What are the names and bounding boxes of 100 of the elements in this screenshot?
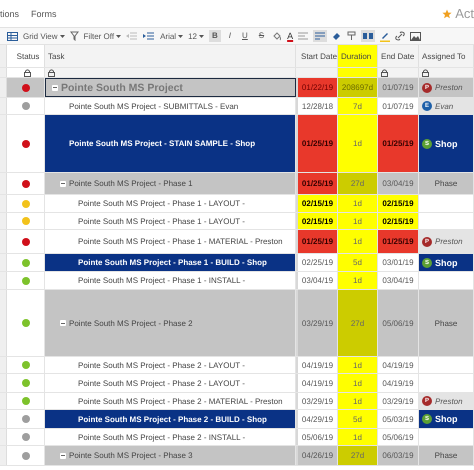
duration-cell: 1d — [338, 393, 378, 409]
task-name: Pointe South MS Project - Phase 2 - MATERIAL - Preston — [78, 396, 283, 406]
star-icon[interactable] — [442, 8, 452, 18]
start-date-cell: 01/25/19 — [298, 115, 338, 172]
end-date-cell: 03/04/19 — [378, 173, 419, 194]
duration-cell: 27d — [338, 290, 378, 356]
lock-icon[interactable] — [24, 68, 30, 76]
lock-icon[interactable] — [48, 68, 55, 76]
task-name: Pointe South MS Project - Phase 2 - BUILD - Shop — [78, 414, 267, 424]
assignee-name: Shop — [435, 258, 458, 268]
column-header[interactable]: Duration — [338, 45, 378, 67]
duration-cell: 208697d — [338, 78, 378, 97]
italic-button[interactable]: I — [226, 30, 234, 42]
task-cell[interactable]: Pointe South MS Project - STAIN SAMPLE - Shop — [45, 115, 296, 172]
duration-cell: 1d — [338, 374, 378, 392]
task-name: Pointe South MS Project - Phase 3 — [69, 451, 193, 460]
task-cell[interactable]: Pointe South MS Project - Phase 2 - BUILD - Shop — [45, 410, 296, 428]
text-color-button[interactable]: A — [287, 31, 294, 41]
start-date-cell: 02/15/19 — [298, 195, 338, 212]
start-date-cell: 02/15/19 — [298, 213, 338, 229]
task-cell[interactable]: Pointe South MS Project - Phase 3 — [45, 446, 296, 465]
font-size-dropdown[interactable]: 12 — [188, 32, 197, 40]
grid-icon[interactable] — [7, 32, 18, 40]
image-icon[interactable] — [410, 32, 422, 40]
task-cell[interactable]: Pointe South MS Project - Phase 2 — [45, 290, 296, 356]
caret-icon[interactable] — [178, 34, 184, 38]
end-date-cell: 01/07/19 — [378, 78, 419, 97]
duration-cell: 1d — [338, 115, 378, 172]
filter-icon[interactable] — [70, 31, 79, 41]
lock-icon[interactable] — [422, 68, 429, 76]
task-name: Pointe South MS Project - Phase 2 - INSTALL - — [78, 432, 246, 442]
paint-format-icon[interactable] — [347, 31, 356, 41]
task-name: Pointe South MS Project - Phase 1 - BUILD - Shop — [78, 258, 267, 267]
fill-color-icon[interactable] — [272, 31, 282, 41]
column-header[interactable]: Start Date — [298, 45, 338, 67]
assignee-name: Shop — [435, 138, 458, 148]
menu-item[interactable]: Forms — [31, 8, 57, 18]
task-name: Pointe South MS Project - Phase 1 - INSTALL - — [78, 276, 246, 285]
assignee-name: Phase — [434, 179, 458, 188]
end-date-cell: 06/03/19 — [378, 446, 419, 465]
task-name: Pointe South MS Project - Phase 1 - MATERIAL - Preston — [78, 237, 283, 246]
task-cell[interactable]: Pointe South MS Project - Phase 1 — [45, 173, 296, 194]
indent-icon[interactable] — [143, 32, 156, 40]
duration-cell: 1d — [338, 230, 378, 253]
start-date-cell: 03/29/19 — [298, 290, 338, 356]
column-header[interactable]: Task — [45, 45, 296, 67]
duration-cell: 1d — [338, 429, 378, 445]
task-name: Pointe South MS Project - SUBMITTALS - Evan — [69, 102, 238, 110]
task-cell[interactable]: Pointe South MS Project - Phase 1 - BUILD - Shop — [45, 254, 296, 271]
highlight-pen-icon[interactable] — [380, 30, 390, 42]
duration-cell: 1d — [338, 272, 378, 289]
assignee-name: Shop — [435, 414, 458, 424]
collapse-toggle[interactable] — [52, 84, 58, 90]
duration-cell: 27d — [338, 446, 378, 465]
assignee-name: Preston — [435, 237, 463, 246]
assignee-name: Phase — [434, 451, 458, 460]
bold-button[interactable]: B — [208, 30, 221, 42]
end-date-cell: 02/15/19 — [378, 195, 419, 212]
link-icon[interactable] — [395, 31, 406, 41]
caret-icon[interactable] — [198, 34, 204, 38]
assignee-name: Phase — [434, 318, 458, 328]
collapse-toggle[interactable] — [60, 180, 66, 186]
end-date-cell: 01/25/19 — [378, 230, 419, 253]
lock-icon[interactable] — [381, 68, 388, 76]
task-name: Pointe South MS Project - STAIN SAMPLE - Shop — [69, 139, 256, 148]
align-icon[interactable] — [298, 32, 308, 40]
collapse-toggle[interactable] — [60, 452, 66, 458]
duration-cell: 5d — [338, 254, 378, 271]
duration-cell: 1d — [338, 213, 378, 229]
underline-button[interactable]: U — [239, 30, 251, 42]
duration-cell: 1d — [338, 195, 378, 212]
menu-item[interactable]: tions — [0, 8, 20, 18]
task-name: Pointe South MS Project - Phase 1 — [69, 179, 193, 188]
column-header[interactable]: Status — [7, 45, 45, 67]
duration-cell: 7d — [338, 98, 378, 114]
filter-dropdown[interactable]: Filter Off — [84, 32, 114, 40]
duration-cell: 27d — [338, 173, 378, 194]
end-date-cell: 05/06/19 — [378, 290, 419, 356]
duration-cell: 1d — [338, 357, 378, 373]
assignee-name: Preston — [435, 396, 463, 406]
strikethrough-button[interactable]: S — [256, 30, 268, 42]
end-date-cell: 02/15/19 — [378, 213, 419, 229]
start-date-cell: 01/22/19 — [298, 78, 338, 97]
task-name: Pointe South MS Project - Phase 1 - LAYOUT - — [78, 199, 245, 208]
end-date-cell: 01/25/19 — [378, 115, 419, 172]
start-date-cell: 01/25/19 — [298, 173, 338, 194]
task-name: Pointe South MS Project — [61, 82, 183, 94]
caret-icon[interactable] — [116, 34, 122, 38]
task-name: Pointe South MS Project - Phase 1 - LAYOUT - — [78, 216, 245, 226]
wrap-text-icon[interactable] — [313, 30, 328, 42]
column-icon[interactable] — [361, 30, 376, 42]
font-dropdown[interactable]: Arial — [160, 32, 176, 40]
collapse-toggle[interactable] — [60, 320, 66, 326]
grid-view-dropdown[interactable]: Grid View — [23, 32, 58, 40]
caret-icon[interactable] — [60, 34, 65, 38]
task-name: Pointe South MS Project - Phase 2 - LAYOUT - — [78, 360, 245, 370]
task-name: Pointe South MS Project - Phase 2 - LAYOUT - — [78, 378, 245, 388]
assignee-name: Evan — [435, 102, 454, 110]
column-header[interactable]: Assigned To — [419, 45, 474, 67]
assignee-name: Preston — [435, 83, 463, 92]
